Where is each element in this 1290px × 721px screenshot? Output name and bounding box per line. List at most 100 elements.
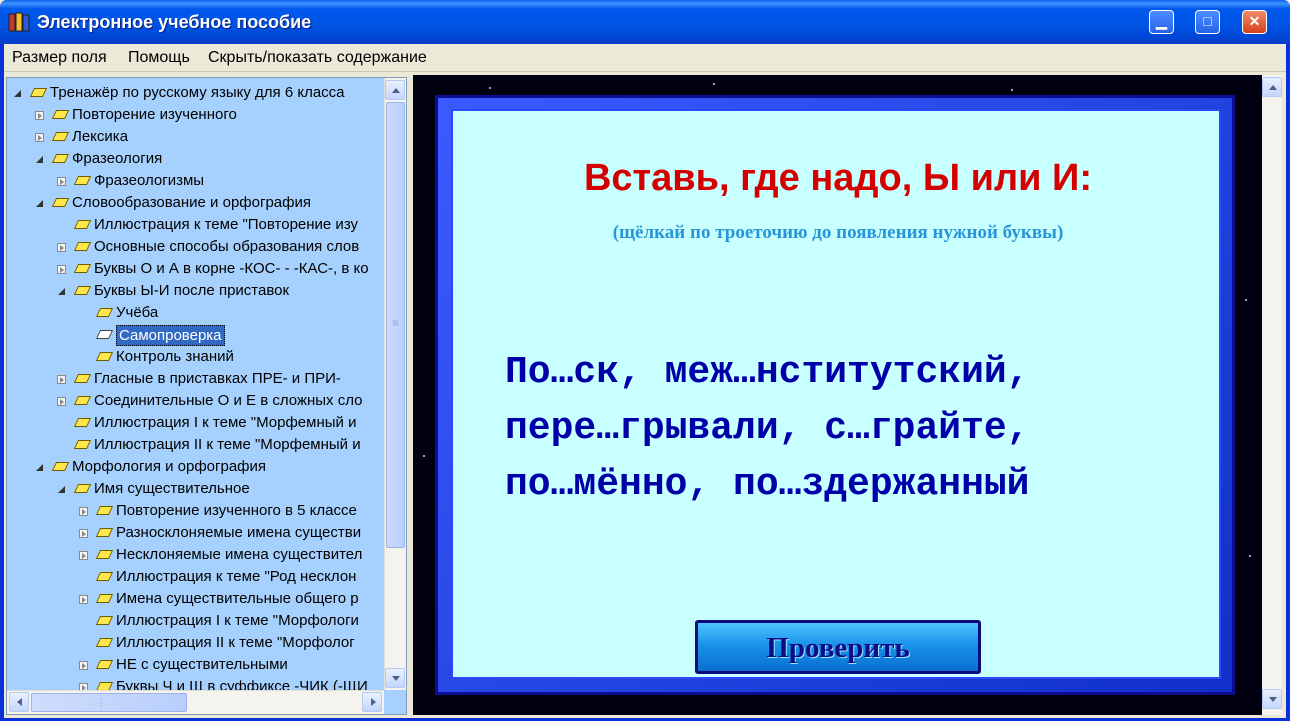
tree-item[interactable]: Морфология и орфография [7,456,382,478]
main-scroll-down-arrow-icon[interactable] [1262,689,1282,709]
book-icon [97,351,110,362]
exercise-instruction: (щёлкай по троеточию до появления нужной… [612,222,1064,243]
exercise-line-2[interactable]: пере…грывали, с…грайте, [505,407,1205,450]
book-icon [75,483,88,494]
tree-item[interactable]: Контроль знаний [7,346,382,368]
tree-item[interactable]: Иллюстрация к теме "Род несклон [7,566,382,588]
tree-item[interactable]: Имя существительное [7,478,382,500]
main-scroll-up-arrow-icon[interactable] [1262,77,1282,97]
expand-icon[interactable] [79,551,88,560]
expand-icon[interactable] [57,397,66,406]
expand-icon[interactable] [79,595,88,604]
exercise-frame: Вставь, где надо, Ы или И: (щёлкай по тр… [435,95,1235,695]
book-icon [97,549,110,560]
book-icon [97,637,110,648]
tree-item[interactable]: Основные способы образования слов [7,236,382,258]
tree-item[interactable]: НЕ с существительными [7,654,382,676]
scroll-right-arrow-icon[interactable] [362,692,382,712]
tree-item[interactable]: Буквы Ч и Щ в суффиксе -ЧИК (-ЩИ [7,676,382,690]
tree-item[interactable]: Иллюстрация к теме "Повторение изу [7,214,382,236]
tree-item-label: Разносклоняемые имена существи [116,524,362,541]
expand-icon[interactable] [57,265,66,274]
title-bar[interactable]: Электронное учебное пособие ▁ □ ✕ [0,0,1290,44]
open-book-icon [97,329,110,340]
expand-icon[interactable] [79,507,88,516]
minimize-button[interactable]: ▁ [1149,10,1174,34]
star [423,455,425,457]
expand-icon[interactable] [35,111,44,120]
scroll-left-arrow-icon[interactable] [9,692,29,712]
tree-item-label: НЕ с существительными [116,656,288,673]
expand-icon[interactable] [79,529,88,538]
close-button[interactable]: ✕ [1242,10,1267,34]
tree-item[interactable]: Учёба [7,302,382,324]
collapse-icon[interactable] [35,463,44,472]
check-button-label: Проверить [766,632,910,664]
exercise-line-1[interactable]: По…ск, меж…нститутский, [505,351,1205,394]
tree-item[interactable]: Несклоняемые имена существител [7,544,382,566]
expand-icon[interactable] [57,243,66,252]
tree-item[interactable]: Разносклоняемые имена существи [7,522,382,544]
tree-item-label: Имена существительные общего р [116,590,359,607]
star [489,87,491,89]
expand-icon[interactable] [79,683,88,690]
tree-item-label: Иллюстрация I к теме "Морфемный и [94,414,357,431]
tree-item[interactable]: Повторение изученного в 5 классе [7,500,382,522]
scroll-up-arrow-icon[interactable] [385,80,405,100]
collapse-icon[interactable] [35,155,44,164]
menu-field-size[interactable]: Размер поля [12,49,107,67]
exercise-line-3[interactable]: по…мённо, по…здержанный [505,463,1205,506]
tree-item[interactable]: Фразеология [7,148,382,170]
tree-item-label: Словообразование и орфография [72,194,311,211]
tree-item[interactable]: Буквы Ы-И после приставок [7,280,382,302]
menu-help[interactable]: Помощь [128,49,190,67]
book-icon [53,109,66,120]
book-icon [97,307,110,318]
tree-item[interactable]: Буквы О и А в корне -КОС- - -КАС-, в ко [7,258,382,280]
menu-toggle-contents[interactable]: Скрыть/показать содержание [208,49,427,67]
tree-item[interactable]: Иллюстрация II к теме "Морфолог [7,632,382,654]
tree-item[interactable]: Словообразование и орфография [7,192,382,214]
expand-icon[interactable] [57,177,66,186]
tree-item-label: Иллюстрация к теме "Род несклон [116,568,357,585]
tree-hscroll-thumb[interactable]: ⦙ [31,693,187,712]
grip-icon: ≡ [392,316,400,330]
tree-item-label: Гласные в приставках ПРЕ- и ПРИ- [94,370,341,387]
main-vertical-scrollbar[interactable] [1262,75,1282,715]
collapse-icon[interactable] [13,89,22,98]
tree-item[interactable]: Гласные в приставках ПРЕ- и ПРИ- [7,368,382,390]
tree-item-label: Фразеологизмы [94,172,205,189]
collapse-icon[interactable] [35,199,44,208]
maximize-icon: □ [1203,13,1212,29]
check-button[interactable]: Проверить [695,620,981,674]
book-icon [53,461,66,472]
expand-icon[interactable] [35,133,44,142]
tree-item[interactable]: Иллюстрация I к теме "Морфемный и [7,412,382,434]
book-icon [75,263,88,274]
tree-horizontal-scrollbar[interactable]: ⦙ [7,690,384,714]
expand-icon[interactable] [79,661,88,670]
tree-item[interactable]: Тренажёр по русскому языку для 6 класса [7,82,382,104]
book-icon [75,285,88,296]
tree-item[interactable]: Имена существительные общего р [7,588,382,610]
maximize-button[interactable]: □ [1195,10,1220,34]
tree-item-label: Несклоняемые имена существител [116,546,363,563]
collapse-icon[interactable] [57,287,66,296]
tree-item[interactable]: Лексика [7,126,382,148]
tree-scroll-thumb[interactable]: ≡ [386,102,405,548]
tree-item[interactable]: Иллюстрация I к теме "Морфологи [7,610,382,632]
tree-vertical-scrollbar[interactable]: ≡ [384,78,406,690]
expand-icon[interactable] [57,375,66,384]
tree-item-label: Тренажёр по русскому языку для 6 класса [50,84,345,101]
collapse-icon[interactable] [57,485,66,494]
tree-item[interactable]: Повторение изученного [7,104,382,126]
scroll-down-arrow-icon[interactable] [385,668,405,688]
book-icon [75,219,88,230]
tree-item-label: Повторение изученного [72,106,237,123]
tree-item[interactable]: Самопроверка [7,324,382,346]
tree-item-label: Буквы Ы-И после приставок [94,282,290,299]
tree-item[interactable]: Соединительные О и Е в сложных сло [7,390,382,412]
tree-item[interactable]: Фразеологизмы [7,170,382,192]
book-icon [97,593,110,604]
tree-item[interactable]: Иллюстрация II к теме "Морфемный и [7,434,382,456]
